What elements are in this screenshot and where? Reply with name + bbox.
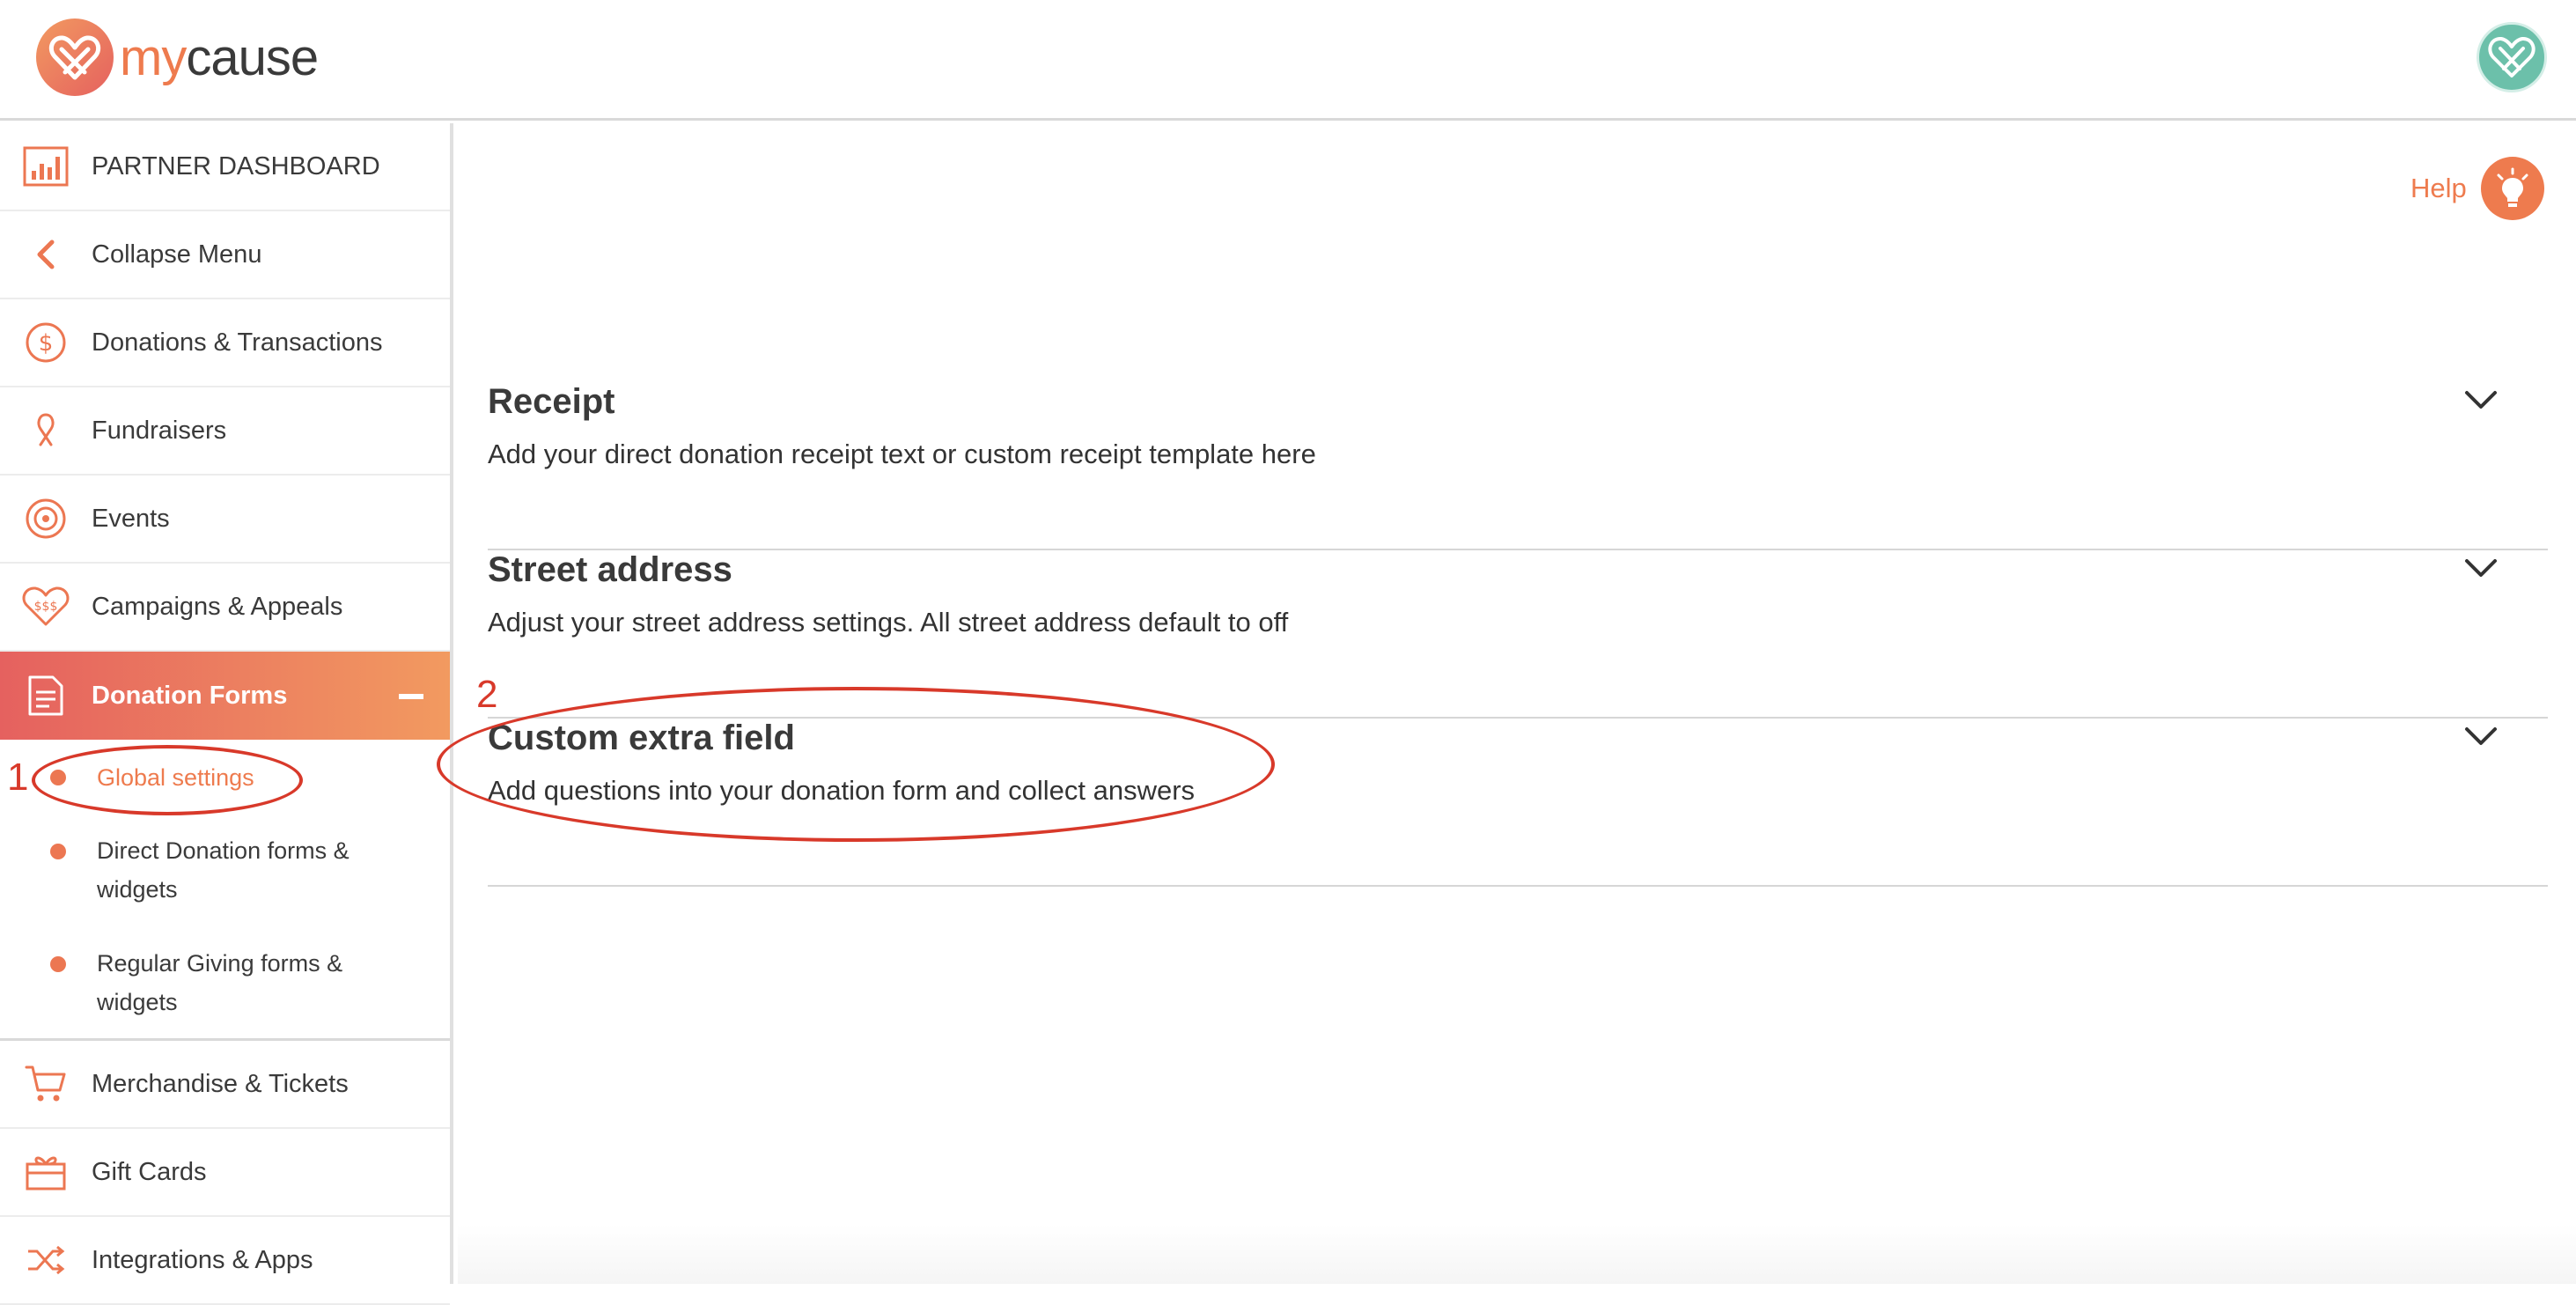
mycause-logo[interactable]: mycause — [35, 16, 319, 99]
sidebar-item-campaigns-appeals[interactable]: $$$ Campaigns & Appeals — [0, 564, 450, 652]
ribbon-icon — [21, 406, 70, 455]
chevron-down-icon[interactable] — [2463, 387, 2499, 412]
section-title: Receipt — [488, 382, 615, 421]
user-avatar[interactable] — [2477, 22, 2547, 92]
sidebar-item-label: Donations & Transactions — [92, 328, 383, 357]
section-description: Add your direct donation receipt text or… — [488, 439, 1316, 469]
sidebar-item-label: Collapse Menu — [92, 240, 262, 269]
bullet-dot-icon — [50, 844, 66, 859]
heart-dollar-icon: $$$ — [21, 582, 70, 631]
dollar-circle-icon: $ — [21, 318, 70, 367]
avatar-heart-icon — [2488, 37, 2536, 77]
sidebar-item-label: Merchandise & Tickets — [92, 1069, 349, 1098]
sidebar-item-donation-forms[interactable]: Donation Forms — [0, 652, 450, 740]
chevron-down-icon[interactable] — [2463, 556, 2499, 580]
sidebar-item-gift-cards[interactable]: Gift Cards — [0, 1129, 450, 1217]
sidebar-nav: PARTNER DASHBOARD Collapse Menu $ Donati… — [0, 123, 453, 1305]
chevron-down-icon[interactable] — [2463, 724, 2499, 748]
annotation-number-1: 1 — [7, 756, 29, 799]
sidebar-item-label: Fundraisers — [92, 416, 227, 445]
sidebar-item-label: Gift Cards — [92, 1157, 207, 1186]
page-bottom-shade — [458, 1224, 2576, 1284]
help-button[interactable]: Help — [2410, 157, 2544, 220]
annotation-ellipse-custom-extra-field — [437, 687, 1275, 842]
bullet-dot-icon — [50, 956, 66, 972]
cart-icon — [21, 1059, 70, 1109]
submenu-item-direct-donation-forms[interactable]: Direct Donation forms & widgets — [0, 812, 450, 925]
annotation-number-2: 2 — [476, 673, 498, 716]
svg-text:$$$: $$$ — [34, 600, 58, 614]
sidebar-item-label: Donation Forms — [92, 681, 288, 710]
top-bar: mycause — [0, 0, 2576, 121]
sidebar-item-integrations-apps[interactable]: Integrations & Apps — [0, 1217, 450, 1305]
target-icon — [21, 494, 70, 543]
mycause-logo-icon — [36, 18, 114, 96]
annotation-ellipse-global-settings — [32, 745, 303, 815]
section-description: Adjust your street address settings. All… — [488, 607, 1289, 638]
svg-text:$: $ — [39, 330, 54, 357]
section-title: Street address — [488, 550, 732, 589]
shuffle-icon — [21, 1235, 70, 1285]
sidebar-item-label: Events — [92, 504, 170, 533]
submenu-item-label: Direct Donation forms & widgets — [97, 837, 350, 903]
chevron-left-icon — [21, 230, 70, 279]
sidebar-item-label: Campaigns & Appeals — [92, 592, 343, 621]
sidebar-item-donations-transactions[interactable]: $ Donations & Transactions — [0, 299, 450, 387]
document-icon — [21, 671, 70, 720]
logo-wordmark: mycause — [120, 28, 319, 86]
sidebar-item-events[interactable]: Events — [0, 476, 450, 564]
gift-icon — [21, 1147, 70, 1197]
sidebar-item-collapse-menu[interactable]: Collapse Menu — [0, 211, 450, 299]
bar-chart-icon — [21, 142, 70, 191]
collapse-minus-icon[interactable] — [399, 694, 423, 699]
sidebar-item-fundraisers[interactable]: Fundraisers — [0, 387, 450, 476]
section-receipt[interactable]: Receipt Add your direct donation receipt… — [488, 382, 2548, 550]
submenu-item-regular-giving-forms[interactable]: Regular Giving forms & widgets — [0, 925, 450, 1037]
sidebar-item-partner-dashboard[interactable]: PARTNER DASHBOARD — [0, 123, 450, 211]
help-label: Help — [2410, 173, 2467, 203]
lightbulb-icon — [2480, 157, 2544, 220]
sidebar-item-merchandise-tickets[interactable]: Merchandise & Tickets — [0, 1041, 450, 1129]
sidebar-item-label: PARTNER DASHBOARD — [92, 151, 380, 181]
sidebar-item-label: Integrations & Apps — [92, 1245, 313, 1274]
submenu-item-label: Regular Giving forms & widgets — [97, 950, 343, 1015]
